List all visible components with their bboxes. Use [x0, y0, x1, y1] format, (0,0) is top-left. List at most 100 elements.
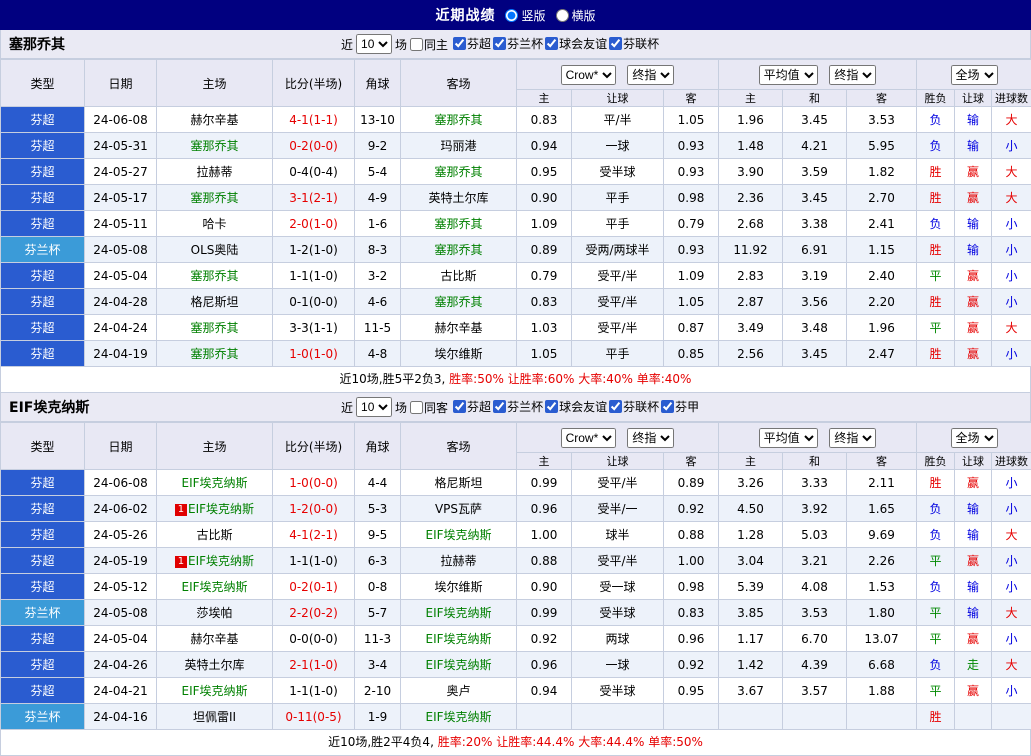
- horizontal-radio[interactable]: [556, 9, 569, 22]
- away-team-cell[interactable]: 塞那乔其: [401, 289, 517, 315]
- home-team-cell[interactable]: 塞那乔其: [157, 133, 273, 159]
- league-filter[interactable]: 芬超: [453, 35, 491, 52]
- final-odds-select-1[interactable]: 终指: [627, 428, 674, 448]
- league-checkbox[interactable]: [609, 37, 622, 50]
- league-filter[interactable]: 球会友谊: [545, 398, 607, 415]
- odds-home-cell: 0.96: [517, 652, 572, 678]
- away-team-cell[interactable]: 塞那乔其: [401, 107, 517, 133]
- handicap-result-cell: 走: [955, 652, 992, 678]
- sub-result: 胜负: [917, 453, 955, 470]
- home-team-cell[interactable]: 塞那乔其: [157, 263, 273, 289]
- avg-away-cell: 1.82: [847, 159, 917, 185]
- average-select[interactable]: 平均值: [759, 65, 818, 85]
- layout-horizontal-option[interactable]: 横版: [556, 7, 596, 24]
- league-checkbox[interactable]: [493, 37, 506, 50]
- matches-table: 类型 日期 主场 比分(半场) 角球 客场 Crow* 终指 平均值 终指 全场: [0, 422, 1031, 730]
- league-filter[interactable]: 芬联杯: [609, 35, 659, 52]
- league-checkbox[interactable]: [493, 400, 506, 413]
- away-team-name: 奥卢: [446, 684, 470, 698]
- away-team-cell[interactable]: 赫尔辛基: [401, 315, 517, 341]
- same-venue-checkbox[interactable]: [410, 38, 423, 51]
- away-team-cell[interactable]: 英特土尔库: [401, 185, 517, 211]
- odds-home-cell: 1.09: [517, 211, 572, 237]
- date-cell: 24-05-12: [85, 574, 157, 600]
- average-select[interactable]: 平均值: [759, 428, 818, 448]
- league-checkbox[interactable]: [453, 400, 466, 413]
- league-checkbox[interactable]: [545, 400, 558, 413]
- vertical-radio[interactable]: [505, 9, 518, 22]
- home-team-cell[interactable]: 1EIF埃克纳斯: [157, 548, 273, 574]
- league-filter[interactable]: 球会友谊: [545, 35, 607, 52]
- home-team-cell[interactable]: 莎埃帕: [157, 600, 273, 626]
- away-team-cell[interactable]: EIF埃克纳斯: [401, 600, 517, 626]
- away-team-cell[interactable]: 拉赫蒂: [401, 548, 517, 574]
- recent-count-select[interactable]: 10: [356, 34, 392, 54]
- league-checkbox[interactable]: [453, 37, 466, 50]
- bookmaker-select[interactable]: Crow*: [561, 428, 616, 448]
- home-team-cell[interactable]: 赫尔辛基: [157, 626, 273, 652]
- home-team-cell[interactable]: 塞那乔其: [157, 315, 273, 341]
- same-venue-filter[interactable]: 同主: [410, 36, 448, 53]
- home-team-cell[interactable]: EIF埃克纳斯: [157, 470, 273, 496]
- same-venue-filter[interactable]: 同客: [410, 399, 448, 416]
- match-row: 芬兰杯24-05-08莎埃帕2-2(0-2)5-7EIF埃克纳斯0.99受半球0…: [1, 600, 1031, 626]
- sub-home: 主: [517, 453, 572, 470]
- away-team-cell[interactable]: 塞那乔其: [401, 159, 517, 185]
- away-team-cell[interactable]: EIF埃克纳斯: [401, 704, 517, 730]
- league-filter[interactable]: 芬兰杯: [493, 398, 543, 415]
- league-checkbox[interactable]: [661, 400, 674, 413]
- home-team-cell[interactable]: 塞那乔其: [157, 185, 273, 211]
- score-cell: 4-1(2-1): [273, 522, 355, 548]
- away-team-name: 格尼斯坦: [434, 476, 482, 490]
- avg-away-cell: 1.53: [847, 574, 917, 600]
- away-team-cell[interactable]: 格尼斯坦: [401, 470, 517, 496]
- away-team-cell[interactable]: 塞那乔其: [401, 237, 517, 263]
- home-team-cell[interactable]: 1EIF埃克纳斯: [157, 496, 273, 522]
- same-venue-checkbox[interactable]: [410, 401, 423, 414]
- league-checkbox[interactable]: [545, 37, 558, 50]
- away-team-cell[interactable]: 玛丽港: [401, 133, 517, 159]
- league-checkbox[interactable]: [609, 400, 622, 413]
- sub-goals: 进球数: [992, 90, 1031, 107]
- home-team-cell[interactable]: OLS奥陆: [157, 237, 273, 263]
- result-cell: 负: [917, 652, 955, 678]
- full-match-select[interactable]: 全场: [951, 428, 998, 448]
- away-team-cell[interactable]: 塞那乔其: [401, 211, 517, 237]
- layout-vertical-option[interactable]: 竖版: [505, 7, 545, 24]
- league-filter[interactable]: 芬甲: [661, 398, 699, 415]
- avg-draw-cell: 4.08: [783, 574, 847, 600]
- recent-count-select[interactable]: 10: [356, 397, 392, 417]
- league-filter[interactable]: 芬超: [453, 398, 491, 415]
- home-team-cell[interactable]: 英特土尔库: [157, 652, 273, 678]
- home-team-cell[interactable]: 赫尔辛基: [157, 107, 273, 133]
- full-match-select[interactable]: 全场: [951, 65, 998, 85]
- home-team-cell[interactable]: 格尼斯坦: [157, 289, 273, 315]
- final-odds-select-2[interactable]: 终指: [829, 428, 876, 448]
- league-filter[interactable]: 芬联杯: [609, 398, 659, 415]
- away-team-cell[interactable]: 埃尔维斯: [401, 574, 517, 600]
- away-team-name: EIF埃克纳斯: [425, 632, 491, 646]
- home-team-cell[interactable]: EIF埃克纳斯: [157, 678, 273, 704]
- away-team-cell[interactable]: EIF埃克纳斯: [401, 626, 517, 652]
- away-team-cell[interactable]: 奥卢: [401, 678, 517, 704]
- home-team-cell[interactable]: 古比斯: [157, 522, 273, 548]
- home-team-cell[interactable]: 坦佩雷II: [157, 704, 273, 730]
- home-team-cell[interactable]: EIF埃克纳斯: [157, 574, 273, 600]
- bookmaker-select[interactable]: Crow*: [561, 65, 616, 85]
- away-team-cell[interactable]: EIF埃克纳斯: [401, 652, 517, 678]
- home-team-cell[interactable]: 哈卡: [157, 211, 273, 237]
- match-row: 芬超24-05-191EIF埃克纳斯1-1(1-0)6-3拉赫蒂0.88受平/半…: [1, 548, 1031, 574]
- home-team-cell[interactable]: 拉赫蒂: [157, 159, 273, 185]
- away-team-cell[interactable]: 古比斯: [401, 263, 517, 289]
- away-team-cell[interactable]: VPS瓦萨: [401, 496, 517, 522]
- handicap-result-cell: 输: [955, 574, 992, 600]
- away-team-cell[interactable]: 埃尔维斯: [401, 341, 517, 367]
- league-filter[interactable]: 芬兰杯: [493, 35, 543, 52]
- home-team-cell[interactable]: 塞那乔其: [157, 341, 273, 367]
- final-odds-select-1[interactable]: 终指: [627, 65, 674, 85]
- same-venue-label: 同客: [424, 399, 448, 416]
- away-team-cell[interactable]: EIF埃克纳斯: [401, 522, 517, 548]
- goals-result-cell: 大: [992, 600, 1031, 626]
- result-cell: 胜: [917, 185, 955, 211]
- final-odds-select-2[interactable]: 终指: [829, 65, 876, 85]
